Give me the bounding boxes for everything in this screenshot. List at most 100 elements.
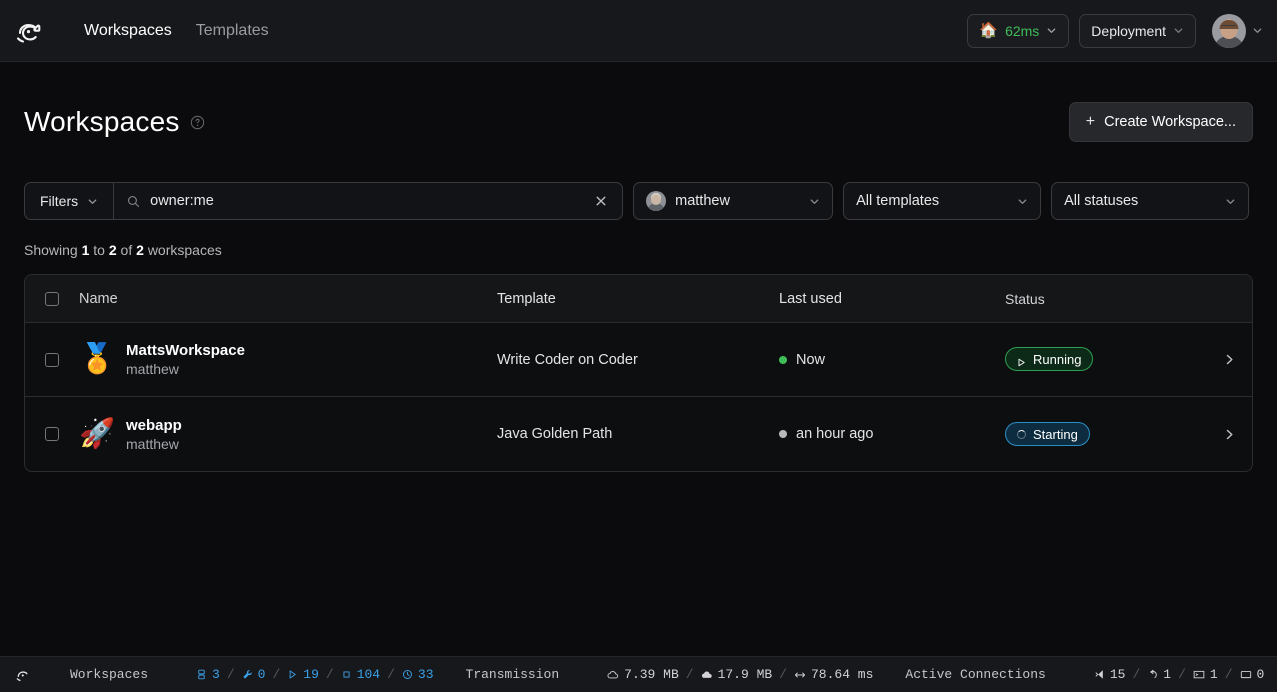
chevron-down-icon <box>809 196 820 207</box>
statusbar-workspaces-section: Workspaces 3 / 0 / 19 <box>70 667 434 682</box>
chevron-down-icon <box>1173 25 1184 36</box>
search-input[interactable] <box>150 193 582 209</box>
statusbar-connections-label: Active Connections <box>905 667 1045 682</box>
stat-running-value: 19 <box>303 667 319 682</box>
row-open-cell[interactable] <box>1206 353 1252 366</box>
stat-pending[interactable]: 33 <box>402 667 434 682</box>
latency-value: 62ms <box>1005 23 1039 39</box>
status-bar: Workspaces 3 / 0 / 19 <box>0 656 1277 692</box>
deployment-menu-button[interactable]: Deployment <box>1079 14 1196 48</box>
table-row[interactable]: 🚀 webapp matthew Java Golden Path an hou… <box>25 397 1252 471</box>
workspace-name-cell: 🚀 webapp matthew <box>79 417 497 452</box>
nav-right-group: 🏠 62ms Deployment <box>967 14 1263 48</box>
connections-apps-value: 0 <box>1257 667 1265 682</box>
owner-filter-value: matthew <box>675 193 730 209</box>
chevron-right-icon <box>1223 428 1236 441</box>
status-filter-value: All statuses <box>1064 193 1138 209</box>
coder-logo[interactable] <box>0 0 62 62</box>
row-open-cell[interactable] <box>1206 428 1252 441</box>
column-header-template: Template <box>497 291 779 307</box>
workspace-name: MattsWorkspace <box>126 342 245 359</box>
coder-mini-logo-icon <box>10 667 36 682</box>
status-badge: Starting <box>1005 422 1090 446</box>
status-badge: Running <box>1005 347 1093 371</box>
chevron-down-icon <box>1017 196 1028 207</box>
workspace-last-used-cell: an hour ago <box>779 426 1005 442</box>
transmission-upload: 7.39 MB <box>607 667 679 682</box>
connections-ssh-value: 1 <box>1163 667 1171 682</box>
connections-vscode: 15 <box>1094 667 1126 682</box>
transmission-upload-value: 7.39 MB <box>624 667 679 682</box>
connections-apps: 0 <box>1240 667 1265 682</box>
row-checkbox[interactable] <box>45 427 59 441</box>
select-all-checkbox[interactable] <box>45 292 59 306</box>
clear-search-icon[interactable] <box>592 192 610 210</box>
top-navigation-bar: Workspaces Templates 🏠 62ms Deployment <box>0 0 1277 62</box>
column-header-last-used: Last used <box>779 291 1005 307</box>
stat-pending-value: 33 <box>418 667 434 682</box>
help-circle-icon[interactable] <box>190 115 205 130</box>
medal-emoji-icon: 🏅 <box>79 345 113 374</box>
statusbar-transmission-stats: 7.39 MB / 17.9 MB / 78.64 ms <box>607 667 873 682</box>
workspace-last-used: Now <box>796 352 825 368</box>
filter-bar: Filters <box>24 182 1253 220</box>
workspace-last-used-cell: Now <box>779 352 1005 368</box>
transmission-download: 17.9 MB <box>701 667 773 682</box>
primary-nav-links: Workspaces Templates <box>72 16 281 46</box>
table-header-row: Name Template Last used Status <box>25 275 1252 323</box>
statusbar-transmission-section: Transmission 7.39 MB / 17.9 MB / <box>466 667 874 682</box>
stop-icon <box>341 669 352 680</box>
user-icon <box>196 669 207 680</box>
workspaces-table: Name Template Last used Status 🏅 MattsWo… <box>24 274 1253 472</box>
chevron-down-icon <box>1225 196 1236 207</box>
stat-users[interactable]: 3 <box>196 667 220 682</box>
avatar <box>1212 14 1246 48</box>
user-menu-button[interactable] <box>1212 14 1263 48</box>
row-select-cell <box>25 353 79 367</box>
stat-users-value: 3 <box>212 667 220 682</box>
template-filter-value: All templates <box>856 193 939 209</box>
workspace-last-used: an hour ago <box>796 426 873 442</box>
stat-building[interactable]: 0 <box>242 667 266 682</box>
play-icon <box>287 669 298 680</box>
statusbar-connection-stats: 15 / 1 / 1 / 0 <box>1094 667 1264 682</box>
spinner-icon <box>1017 430 1026 439</box>
transmission-latency: 78.64 ms <box>794 667 873 682</box>
workspace-template: Write Coder on Coder <box>497 352 779 368</box>
latency-indicator-button[interactable]: 🏠 62ms <box>967 14 1069 48</box>
chevron-right-icon <box>1223 353 1236 366</box>
latency-icon <box>794 669 806 681</box>
column-header-name: Name <box>79 291 497 307</box>
statusbar-workspace-stats: 3 / 0 / 19 / 104 <box>196 667 434 682</box>
house-emoji-icon: 🏠 <box>979 23 998 38</box>
table-row[interactable]: 🏅 MattsWorkspace matthew Write Coder on … <box>25 323 1252 397</box>
workspace-status-cell: Starting <box>1005 422 1206 446</box>
chevron-down-icon <box>1046 25 1057 36</box>
stat-running[interactable]: 19 <box>287 667 319 682</box>
row-select-cell <box>25 427 79 441</box>
nav-link-templates[interactable]: Templates <box>184 16 281 46</box>
filters-dropdown-button[interactable]: Filters <box>25 183 114 219</box>
column-header-status: Status <box>1005 291 1206 307</box>
row-checkbox[interactable] <box>45 353 59 367</box>
deployment-label: Deployment <box>1091 23 1166 39</box>
status-filter-select[interactable]: All statuses <box>1051 182 1249 220</box>
workspace-name: webapp <box>126 417 182 434</box>
workspace-owner: matthew <box>126 436 182 452</box>
play-icon <box>1017 355 1026 364</box>
showing-prefix: Showing <box>24 242 78 258</box>
statusbar-workspaces-label: Workspaces <box>70 667 148 682</box>
create-workspace-button[interactable]: + Create Workspace... <box>1069 102 1253 142</box>
connections-vscode-value: 15 <box>1110 667 1126 682</box>
chevron-down-icon <box>87 196 98 207</box>
clock-icon <box>402 669 413 680</box>
status-dot-icon <box>779 430 787 438</box>
template-filter-select[interactable]: All templates <box>843 182 1041 220</box>
owner-filter-select[interactable]: matthew <box>633 182 833 220</box>
statusbar-transmission-label: Transmission <box>466 667 560 682</box>
nav-link-workspaces[interactable]: Workspaces <box>72 16 184 46</box>
stat-stopped[interactable]: 104 <box>341 667 380 682</box>
workspace-name-cell: 🏅 MattsWorkspace matthew <box>79 342 497 377</box>
cloud-up-icon <box>607 669 619 681</box>
ssh-icon <box>1147 669 1158 680</box>
